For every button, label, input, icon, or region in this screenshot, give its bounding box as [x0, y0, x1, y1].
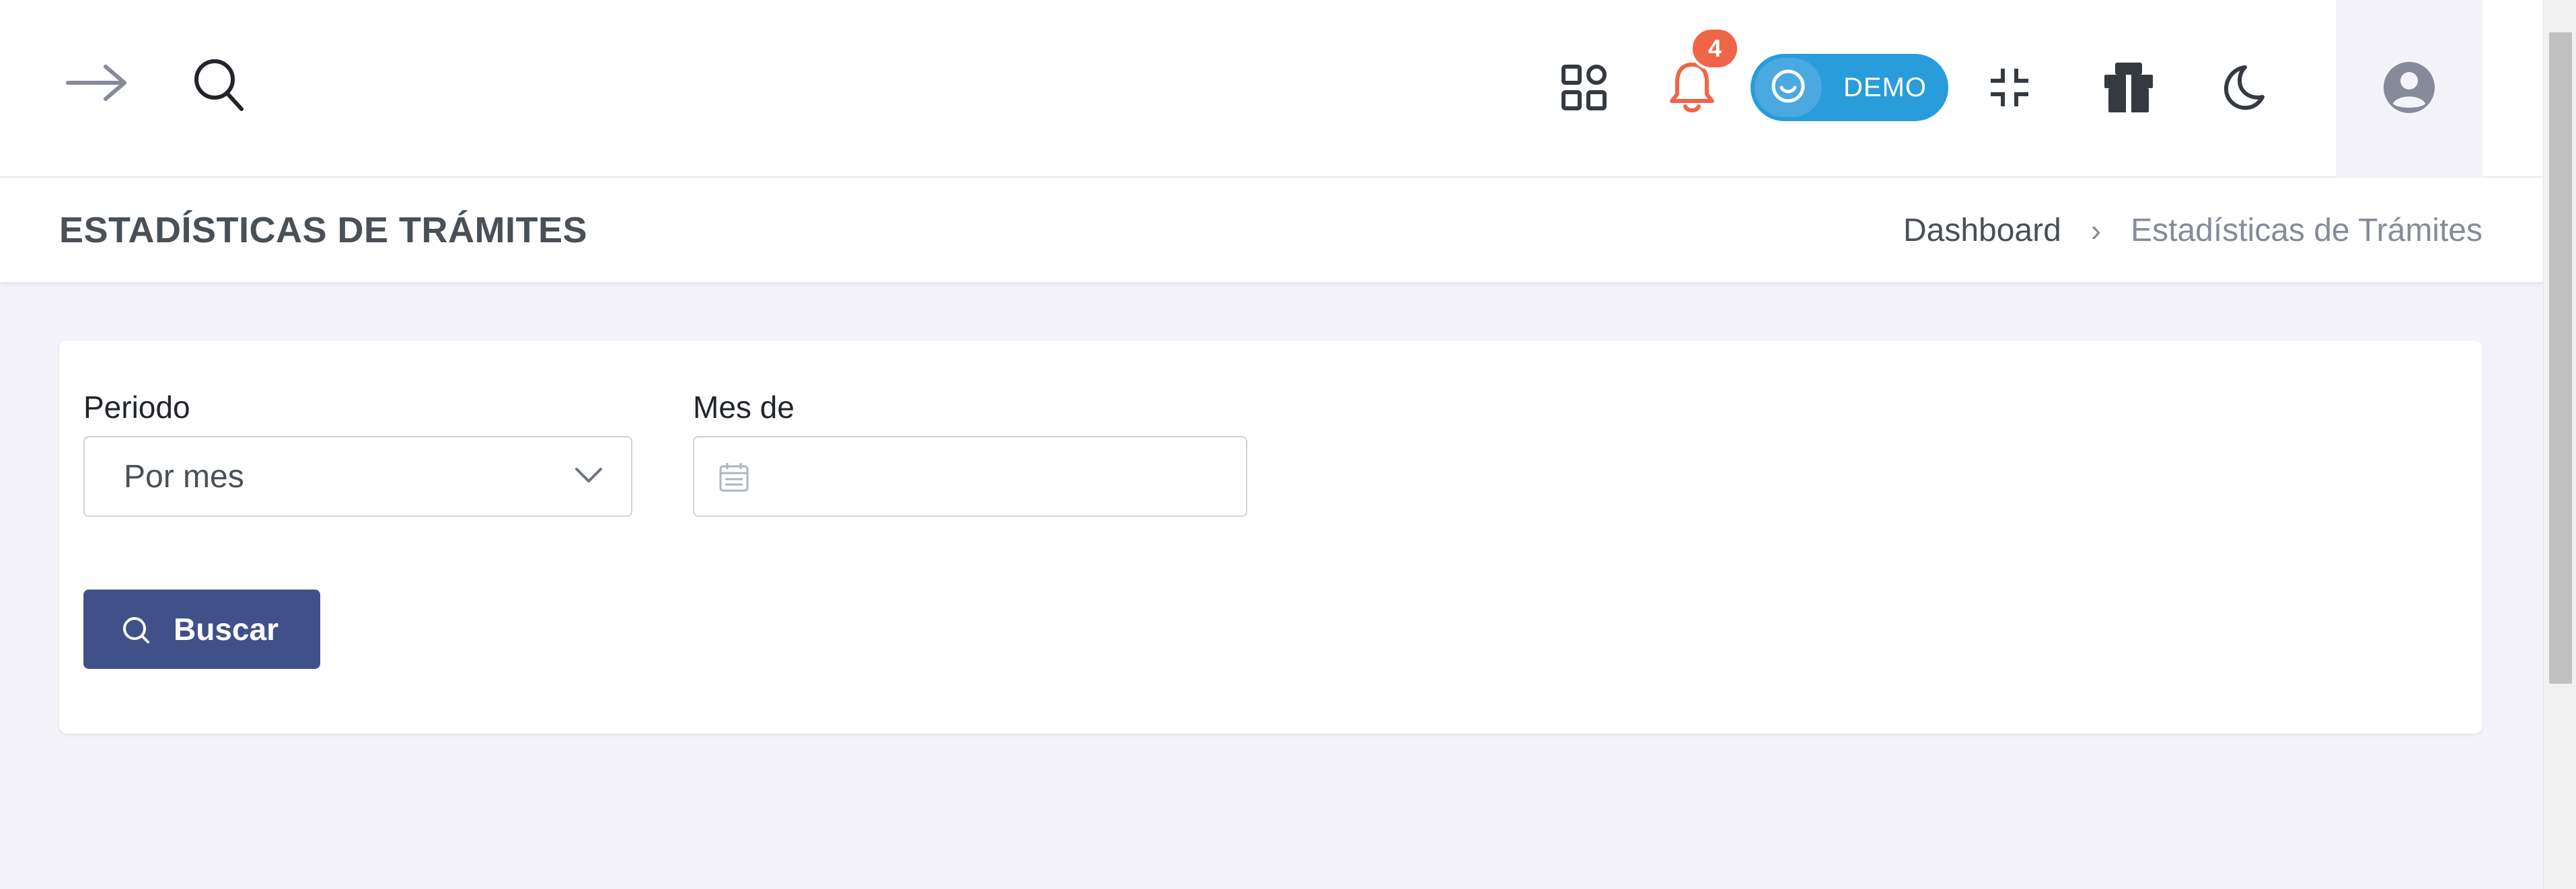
arrow-right-icon: [65, 61, 130, 104]
app-viewport: 4 DEMO ESTADÍSTICAS DE TRÁMITES Dashboar…: [0, 0, 2576, 889]
apps-grid-icon: [1561, 64, 1608, 111]
period-select-value: Por mes: [124, 458, 244, 495]
search-submit-button[interactable]: Buscar: [83, 590, 320, 669]
user-menu-button[interactable]: [2336, 0, 2482, 178]
gift-icon: [2103, 61, 2154, 114]
notification-count-badge: 4: [1690, 27, 1740, 70]
breadcrumb-dashboard-link[interactable]: Dashboard: [1903, 212, 2061, 249]
gift-button[interactable]: [2088, 54, 2169, 121]
fullscreen-button[interactable]: [1973, 54, 2047, 121]
demo-toggle-label: DEMO: [1843, 72, 1927, 102]
page-title-bar: ESTADÍSTICAS DE TRÁMITES Dashboard › Est…: [0, 178, 2543, 283]
demo-mode-toggle[interactable]: DEMO: [1751, 54, 1948, 121]
toggle-sidebar-button[interactable]: [61, 52, 135, 113]
top-navbar: 4 DEMO: [0, 0, 2543, 178]
month-date-input[interactable]: [768, 444, 1232, 509]
month-label: Mes de: [693, 390, 795, 425]
breadcrumb-current: Estadísticas de Trámites: [2131, 212, 2482, 248]
search-icon: [192, 57, 246, 113]
period-select[interactable]: Por mes: [83, 436, 632, 517]
user-circle-icon: [2382, 61, 2436, 117]
vertical-scrollbar[interactable]: [2543, 0, 2576, 889]
month-date-field[interactable]: [693, 436, 1247, 517]
demo-toggle-knob: [1755, 58, 1822, 117]
breadcrumb: Dashboard › Estadísticas de Trámites: [1903, 178, 2482, 283]
search-submit-label: Buscar: [174, 612, 279, 647]
page-title: ESTADÍSTICAS DE TRÁMITES: [59, 210, 588, 250]
calendar-icon: [719, 462, 749, 495]
apps-button[interactable]: [1547, 54, 1621, 121]
shrink-icon: [1988, 66, 2031, 109]
filter-card: Periodo Por mes Mes de Buscar: [59, 341, 2482, 734]
theme-toggle-button[interactable]: [2205, 54, 2279, 121]
search-button[interactable]: [182, 51, 256, 118]
period-label: Periodo: [83, 390, 190, 425]
breadcrumb-separator: ›: [2090, 213, 2102, 248]
moon-icon: [2218, 63, 2267, 112]
scrollbar-thumb[interactable]: [2549, 32, 2572, 684]
chevron-down-icon: [575, 466, 603, 487]
smile-icon: [1769, 67, 1807, 108]
search-icon: [121, 615, 151, 647]
